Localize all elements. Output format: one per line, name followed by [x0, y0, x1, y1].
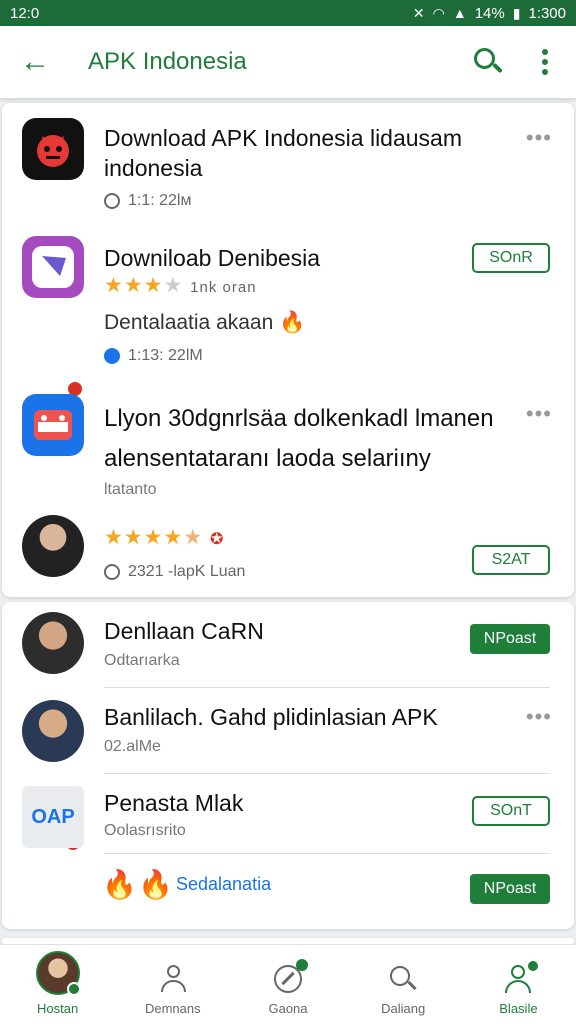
app-subtitle: ltatanto [104, 481, 157, 498]
app-meta-text: 1:1: 22lм [128, 192, 192, 209]
list-item[interactable]: Download APK Indonesia lidausam indonesi… [2, 103, 574, 223]
back-arrow-icon[interactable]: ← [20, 45, 68, 79]
app-title: Penasta Mlak [104, 790, 244, 816]
start-button[interactable]: S2AT [472, 545, 550, 575]
app-list-card: Denllaan CaRN Odtarıarka NPoast Banlilac… [2, 602, 574, 929]
list-item[interactable]: Downiloab Denibesia ★★★★ 1nk oran Dental… [2, 223, 574, 398]
nav-demnans[interactable]: Demnans [115, 945, 230, 1024]
app-title: Download APK Indonesia lidausam indonesi… [104, 125, 463, 181]
more-vert-icon[interactable] [540, 49, 550, 75]
nav-label: Gaona [268, 1001, 308, 1016]
search-icon [387, 963, 419, 995]
battery-icon: ▮ [512, 4, 521, 21]
battery-percent: 14% [474, 4, 505, 22]
page-title: APK Indonesia [88, 48, 247, 75]
list-item[interactable]: OAP Penasta Mlak Oolasrısrito SOnT [2, 774, 574, 854]
app-meta: 2321 -lapK Luan [104, 563, 245, 581]
app-title: Llyon 30dgnrlsäa dolkenkadl lmanen alens… [104, 405, 494, 472]
signal-icon: ▲ [452, 5, 467, 21]
profile-avatar [35, 951, 81, 996]
clock-icon [104, 193, 120, 209]
status-bar: 12:0 ✕ ◠ ▲ 14% ▮ 1:300 [0, 0, 576, 26]
app-subtitle: Odtarıarka [104, 652, 180, 669]
app-title: Banlilach. Gahd plidinlasian APK [104, 704, 438, 730]
app-icon-red-monster [22, 118, 84, 180]
account-icon [502, 961, 539, 995]
app-icon-purple [22, 236, 84, 298]
comment-icon [104, 564, 120, 580]
overflow-menu-icon[interactable]: ••• [526, 704, 552, 730]
fire-icon: 🔥 [138, 869, 173, 900]
app-meta: 1:1: 22lм [104, 192, 191, 210]
promo-label: Sedalanatia [176, 874, 272, 894]
app-subtitle: 02.alMe [104, 738, 161, 755]
nav-home[interactable]: Hostan [0, 945, 115, 1024]
list-item[interactable]: Banlilach. Gahd plidinlasian APK 02.alMe… [2, 688, 574, 852]
list-item[interactable]: ★★★★★ ✪ 2321 -lapK Luan S2AT [2, 503, 574, 597]
rating-stars: ★★★★★ ✪ [104, 526, 225, 549]
app-bar: ← APK Indonesia [0, 26, 576, 98]
wifi-icon: ◠ [432, 4, 445, 21]
person-icon [157, 963, 189, 995]
install-button[interactable]: SOnR [472, 243, 550, 273]
app-subtitle: Oolasrısrito [104, 822, 186, 839]
overflow-menu-icon[interactable]: ••• [526, 401, 552, 427]
fire-icon: 🔥 [102, 869, 137, 900]
nav-label: Blasile [499, 1001, 538, 1016]
bottom-navigation: Hostan Demnans Gaona Daliang Blasile [0, 944, 576, 1024]
list-item[interactable]: 🔥 🔥 Sedalanatia NPoast [2, 854, 574, 929]
app-description-text: Dentalaatia akaan [104, 311, 274, 334]
nav-label: Hostan [37, 1001, 79, 1016]
nav-label: Demnans [144, 1001, 201, 1016]
app-icon-blue-robot [22, 394, 84, 456]
nav-search[interactable]: Daliang [346, 945, 461, 1024]
user-avatar [22, 612, 84, 674]
nav-games[interactable]: Gaona [230, 945, 345, 1024]
plane-icon [104, 348, 120, 364]
nav-account[interactable]: Blasile [461, 945, 576, 1024]
rating-stars: ★★★★ 1nk oran [104, 274, 257, 297]
nav-label: Daliang [381, 1001, 426, 1016]
app-title: Downiloab Denibesia [104, 245, 321, 271]
list-item[interactable]: Denllaan CaRN Odtarıarka NPoast [2, 602, 574, 688]
app-meta-text: 2321 -lapK Luan [128, 563, 246, 580]
app-title: Denllaan CaRN [104, 618, 264, 644]
search-icon[interactable] [470, 44, 506, 80]
app-description: Dentalaatia akaan 🔥 [104, 311, 305, 335]
rating-text: 1nk oran [190, 279, 257, 296]
mute-icon: ✕ [412, 4, 425, 21]
status-time: 12:0 [10, 4, 40, 22]
fire-icon: 🔥 [279, 311, 306, 334]
app-meta: 1:13: 22lM [104, 347, 203, 365]
user-avatar [22, 700, 84, 762]
user-avatar [22, 515, 84, 577]
install-button[interactable]: NPoast [470, 874, 550, 904]
install-button[interactable]: SOnT [472, 796, 550, 826]
app-icon-oap: OAP [22, 786, 84, 848]
app-list-card: Download APK Indonesia lidausam indonesi… [2, 103, 574, 723]
overflow-menu-icon[interactable]: ••• [526, 125, 552, 151]
list-item[interactable]: Llyon 30dgnrlsäa dolkenkadl lmanen alens… [2, 373, 574, 723]
games-icon [272, 959, 308, 995]
app-meta-text: 1:13: 22lM [128, 347, 203, 364]
status-clock: 1:300 [528, 4, 566, 22]
install-button[interactable]: NPoast [470, 624, 550, 654]
